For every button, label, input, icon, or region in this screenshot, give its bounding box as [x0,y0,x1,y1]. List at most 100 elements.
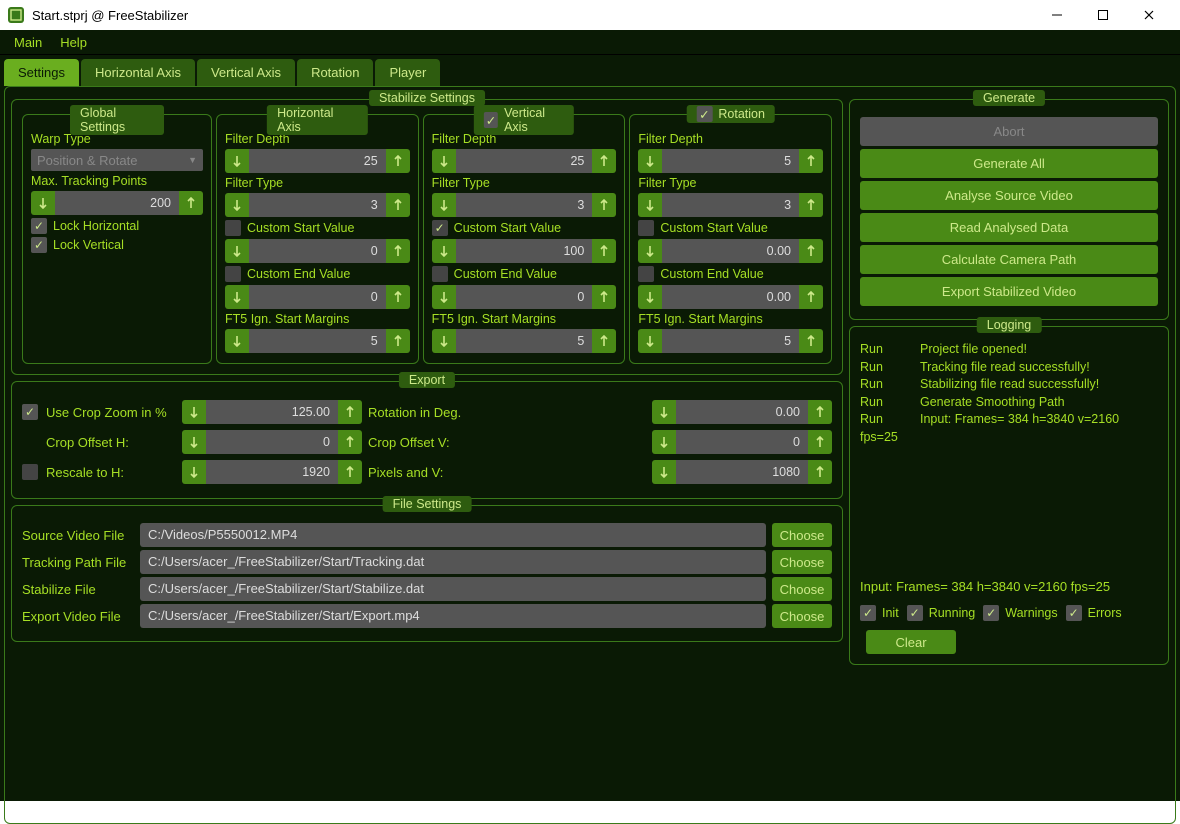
decrement-button[interactable] [638,285,662,309]
spin-input[interactable]: 3 [225,193,410,217]
source-video-file-input[interactable]: C:/Videos/P5550012.MP4 [140,523,766,547]
spin-input[interactable]: 3 [638,193,823,217]
menu-main[interactable]: Main [6,33,50,52]
maximize-button[interactable] [1080,0,1126,30]
spin-input[interactable]: 0.00 [638,285,823,309]
custom-start-value-checkbox[interactable]: Custom Start Value [638,220,823,236]
tab-vertical-axis[interactable]: Vertical Axis [197,59,295,86]
increment-button[interactable] [386,329,410,353]
increment-button[interactable] [799,285,823,309]
decrement-button[interactable] [638,329,662,353]
increment-button[interactable] [799,239,823,263]
increment-button[interactable] [592,193,616,217]
spin-input[interactable]: 0 [225,285,410,309]
increment-button[interactable] [386,239,410,263]
generate-all-button[interactable]: Generate All [860,149,1158,178]
analyse-source-button[interactable]: Analyse Source Video [860,181,1158,210]
lock-vertical-checkbox[interactable]: Lock Vertical [31,237,203,253]
spin-input[interactable]: 25 [432,149,617,173]
axis-legend: ✓ Vertical Axis [474,105,574,135]
increment-button[interactable] [592,149,616,173]
workspace: Settings Horizontal Axis Vertical Axis R… [0,55,1180,801]
decrement-button[interactable] [225,329,249,353]
decrement-button[interactable] [31,191,55,215]
increment-button[interactable] [179,191,203,215]
export-stabilized-button[interactable]: Export Stabilized Video [860,277,1158,306]
decrement-button[interactable] [432,239,456,263]
increment-button[interactable] [592,329,616,353]
stabilize-file-input[interactable]: C:/Users/acer_/FreeStabilizer/Start/Stab… [140,577,766,601]
minimize-button[interactable] [1034,0,1080,30]
close-button[interactable] [1126,0,1172,30]
spin-input[interactable]: 25 [225,149,410,173]
decrement-button[interactable] [638,239,662,263]
custom-end-value-checkbox[interactable]: Custom End Value [225,266,410,282]
increment-button[interactable] [386,149,410,173]
spin-input[interactable]: 3 [432,193,617,217]
log-errors-checkbox[interactable]: Errors [1066,605,1122,621]
log-running-checkbox[interactable]: Running [907,605,976,621]
log-init-checkbox[interactable]: Init [860,605,899,621]
spin-input[interactable]: 5 [432,329,617,353]
rescale-checkbox[interactable] [22,464,38,480]
tracking-path-file-input[interactable]: C:/Users/acer_/FreeStabilizer/Start/Trac… [140,550,766,574]
increment-button[interactable] [592,239,616,263]
decrement-button[interactable] [225,285,249,309]
log-warnings-checkbox[interactable]: Warnings [983,605,1057,621]
decrement-button[interactable] [432,193,456,217]
spin-input[interactable]: 100 [432,239,617,263]
tab-player[interactable]: Player [375,59,440,86]
decrement-button[interactable] [225,239,249,263]
decrement-button[interactable] [638,149,662,173]
rescale-h-spin[interactable]: 1920 [182,460,362,484]
spin-input[interactable]: 5 [225,329,410,353]
crop-offset-v-spin[interactable]: 0 [652,430,832,454]
rescale-v-spin[interactable]: 1080 [652,460,832,484]
increment-button[interactable] [799,149,823,173]
max-tracking-points-label: Max. Tracking Points [31,174,203,188]
increment-button[interactable] [799,329,823,353]
custom-start-value-checkbox[interactable]: Custom Start Value [225,220,410,236]
decrement-button[interactable] [225,149,249,173]
rotation-deg-spin[interactable]: 0.00 [652,400,832,424]
crop-zoom-spin[interactable]: 125.00 [182,400,362,424]
spin-input[interactable]: 0 [225,239,410,263]
tab-rotation[interactable]: Rotation [297,59,373,86]
spin-input[interactable]: 0.00 [638,239,823,263]
increment-button[interactable] [592,285,616,309]
decrement-button[interactable] [638,193,662,217]
warp-type-select[interactable]: Position & Rotate ▼ [31,149,203,171]
decrement-button[interactable] [432,329,456,353]
calculate-camera-path-button[interactable]: Calculate Camera Path [860,245,1158,274]
spin-input[interactable]: 5 [638,149,823,173]
crop-offset-h-spin[interactable]: 0 [182,430,362,454]
increment-button[interactable] [386,285,410,309]
use-crop-zoom-checkbox[interactable] [22,404,38,420]
lock-horizontal-checkbox[interactable]: Lock Horizontal [31,218,203,234]
decrement-button[interactable] [432,149,456,173]
custom-end-value-checkbox[interactable]: Custom End Value [432,266,617,282]
decrement-button[interactable] [225,193,249,217]
menu-help[interactable]: Help [52,33,95,52]
choose-tracking-button[interactable]: Choose [772,550,832,574]
spin-input[interactable]: 0 [432,285,617,309]
choose-stabilize-button[interactable]: Choose [772,577,832,601]
axis-enable-checkbox[interactable]: ✓ [696,106,712,122]
export-video-file-input[interactable]: C:/Users/acer_/FreeStabilizer/Start/Expo… [140,604,766,628]
choose-source-button[interactable]: Choose [772,523,832,547]
stabilize-settings-legend: Stabilize Settings [369,90,485,106]
increment-button[interactable] [386,193,410,217]
axis-enable-checkbox[interactable]: ✓ [484,112,498,128]
decrement-button[interactable] [432,285,456,309]
clear-log-button[interactable]: Clear [866,630,956,654]
custom-start-value-checkbox[interactable]: Custom Start Value [432,220,617,236]
max-tracking-points-spin[interactable]: 200 [31,191,203,215]
tab-horizontal-axis[interactable]: Horizontal Axis [81,59,195,86]
increment-button[interactable] [799,193,823,217]
content-frame: Stabilize Settings Global Settings Warp … [4,86,1176,824]
spin-input[interactable]: 5 [638,329,823,353]
read-analysed-button[interactable]: Read Analysed Data [860,213,1158,242]
tab-settings[interactable]: Settings [4,59,79,86]
custom-end-value-checkbox[interactable]: Custom End Value [638,266,823,282]
choose-export-button[interactable]: Choose [772,604,832,628]
